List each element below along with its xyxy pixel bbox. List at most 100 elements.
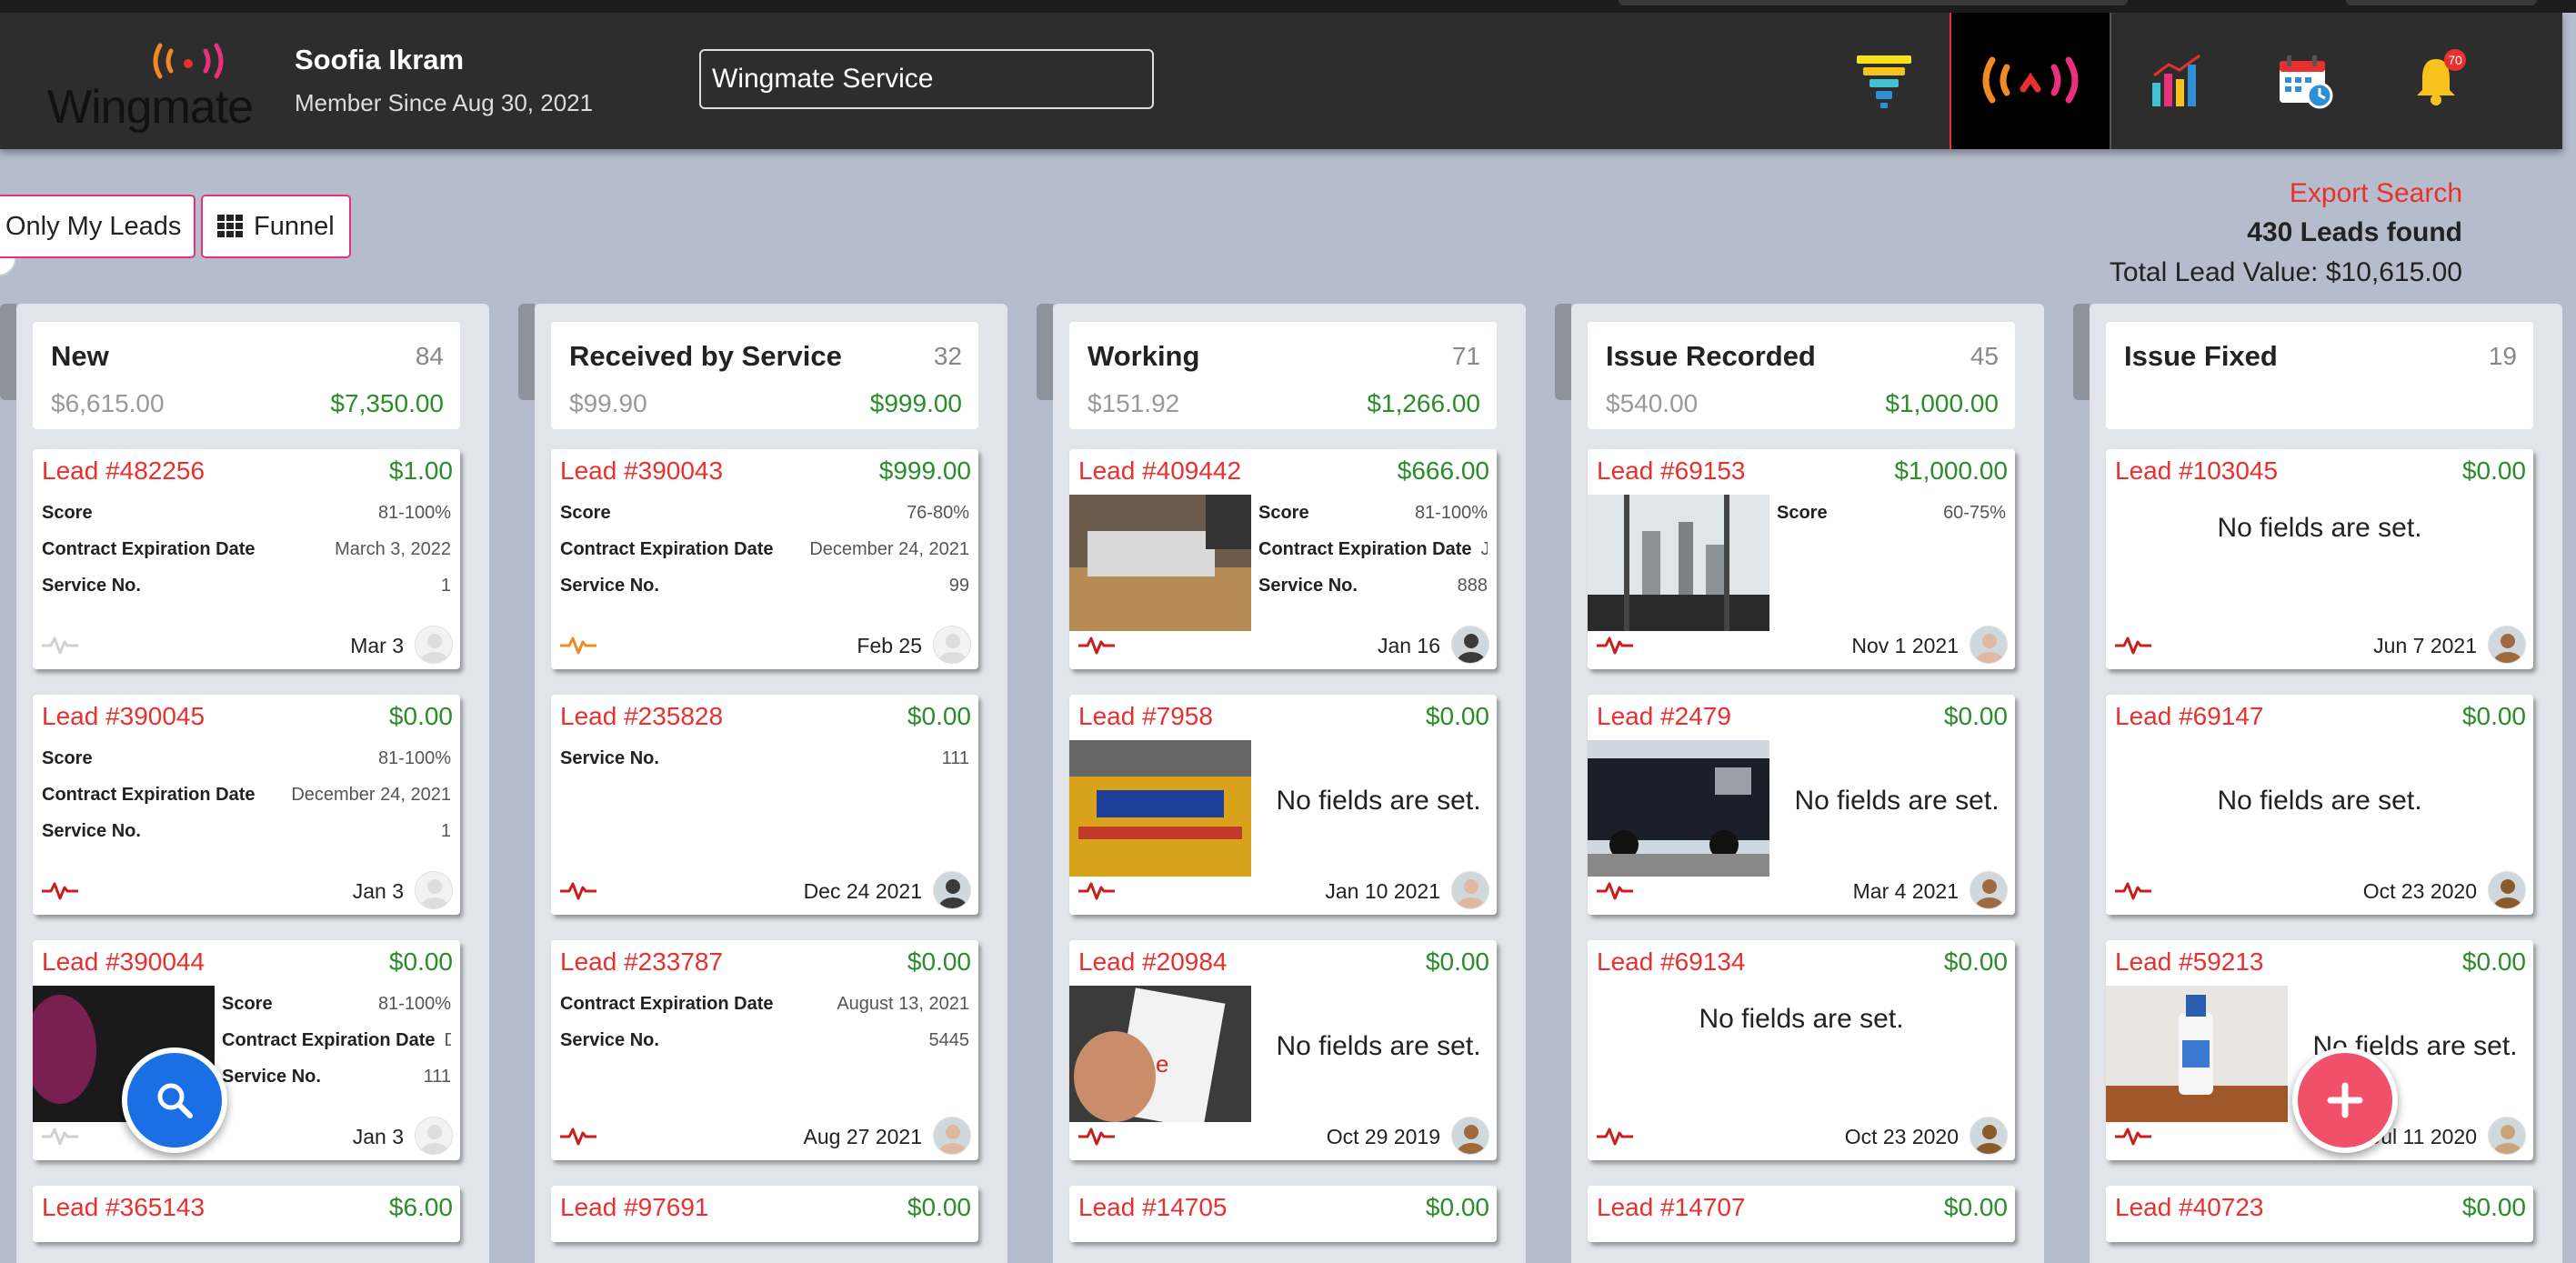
lead-number-link[interactable]: Lead #103045 (2115, 456, 2278, 486)
field-value: December 24, 2021 (291, 784, 451, 805)
lead-card[interactable]: Lead #390043 $999.00 Score 76-80% Contract E… (551, 449, 978, 669)
lead-number-link[interactable]: Lead #235828 (560, 702, 723, 731)
field-label: Score (42, 747, 93, 768)
lead-card[interactable]: Lead #235828 $0.00 Service No. 111 Dec 24 20… (551, 695, 978, 915)
lead-number-link[interactable]: Lead #69147 (2115, 702, 2264, 731)
lead-photo[interactable]: e (1069, 986, 1251, 1122)
lead-field-row: Service No. 111 (560, 740, 969, 777)
lead-number-link[interactable]: Lead #390044 (42, 947, 205, 977)
column-scroll-tab[interactable] (0, 304, 16, 400)
lead-card[interactable]: Lead #69147 $0.00 No fields are set. Oct 23… (2106, 695, 2533, 915)
field-label: Contract Expiration Date (560, 993, 774, 1014)
lead-photo[interactable] (1069, 740, 1251, 877)
lead-number-link[interactable]: Lead #97691 (560, 1193, 709, 1222)
lead-field-row: Service No. 5445 (560, 1022, 969, 1058)
column-scroll-tab[interactable] (518, 304, 535, 400)
only-my-leads-button[interactable]: Only My Leads (0, 195, 196, 258)
search-fab-button[interactable] (122, 1047, 227, 1153)
owner-avatar[interactable] (2488, 871, 2526, 909)
lead-number-link[interactable]: Lead #390045 (42, 702, 205, 731)
lead-card[interactable]: Lead #390044 $0.00 Score 81-100% Contract Ex… (33, 940, 460, 1160)
lead-number-link[interactable]: Lead #365143 (42, 1193, 205, 1222)
lead-card[interactable]: Lead #14705 $0.00 (1069, 1186, 1497, 1242)
owner-avatar[interactable] (1451, 1117, 1489, 1155)
notifications-button[interactable]: 70 (2355, 13, 2517, 149)
lead-number-link[interactable]: Lead #390043 (560, 456, 723, 486)
lead-number-link[interactable]: Lead #482256 (42, 456, 205, 486)
funnel-view-button[interactable]: Funnel (201, 195, 351, 258)
lead-date: Dec 24 2021 (803, 879, 922, 903)
owner-avatar[interactable] (1970, 626, 2008, 664)
lead-card[interactable]: Lead #69134 $0.00 No fields are set. Oct 23… (1588, 940, 2015, 1160)
lead-number-link[interactable]: Lead #7958 (1078, 702, 1213, 731)
owner-avatar[interactable] (415, 871, 453, 909)
browser-tab (1619, 0, 2128, 5)
column-scroll-tab[interactable] (2073, 304, 2090, 400)
add-lead-fab-button[interactable] (2292, 1047, 2398, 1153)
wingmate-logo[interactable]: Wingmate (47, 40, 254, 134)
column-header: New 84 $6,615.00 $7,350.00 (33, 322, 460, 429)
lead-number-link[interactable]: Lead #409442 (1078, 456, 1241, 486)
leads-nav-button[interactable] (1950, 13, 2111, 149)
lead-field-row: Score 81-100% (1258, 495, 1488, 531)
lead-number-link[interactable]: Lead #14707 (1597, 1193, 1746, 1222)
owner-avatar[interactable] (1970, 871, 2008, 909)
lead-card[interactable]: Lead #20984 $0.00 e No fields are set. Oct 2… (1069, 940, 1497, 1160)
no-fields-message: No fields are set. (1794, 786, 2000, 816)
lead-card[interactable]: Lead #103045 $0.00 No fields are set. Jun 7… (2106, 449, 2533, 669)
owner-avatar[interactable] (933, 626, 971, 664)
lead-card[interactable]: Lead #390045 $0.00 Score 81-100% Contract Ex… (33, 695, 460, 915)
lead-card[interactable]: Lead #40723 $0.00 (2106, 1186, 2533, 1242)
lead-photo[interactable] (2106, 986, 2288, 1122)
lead-number-link[interactable]: Lead #40723 (2115, 1193, 2264, 1222)
lead-card[interactable]: Lead #2479 $0.00 No fields are set. Mar 4 2… (1588, 695, 2015, 915)
lead-photo[interactable] (1588, 740, 1769, 877)
lead-card[interactable]: Lead #409442 $666.00 Score 81-100% Contract … (1069, 449, 1497, 669)
owner-avatar[interactable] (415, 1117, 453, 1155)
field-label: Service No. (42, 820, 141, 841)
owner-avatar[interactable] (933, 1117, 971, 1155)
lead-number-link[interactable]: Lead #20984 (1078, 947, 1228, 977)
lead-number-link[interactable]: Lead #69134 (1597, 947, 1746, 977)
lead-amount: $0.00 (1425, 947, 1489, 976)
field-label: Service No. (222, 1066, 321, 1087)
owner-avatar[interactable] (2488, 1117, 2526, 1155)
column-scroll-tab[interactable] (1555, 304, 1571, 400)
lead-date: Jun 7 2021 (2373, 634, 2477, 657)
lead-card[interactable]: Lead #482256 $1.00 Score 81-100% Contract Ex… (33, 449, 460, 669)
lead-amount: $0.00 (2461, 947, 2526, 976)
lead-card[interactable]: Lead #365143 $6.00 (33, 1186, 460, 1242)
lead-number-link[interactable]: Lead #59213 (2115, 947, 2264, 977)
lead-card[interactable]: Lead #14707 $0.00 (1588, 1186, 2015, 1242)
export-search-link[interactable]: Export Search (2290, 178, 2462, 209)
field-label: Service No. (560, 575, 659, 596)
owner-avatar[interactable] (1970, 1117, 2008, 1155)
funnel-nav-button[interactable] (1803, 13, 1965, 149)
lead-number-link[interactable]: Lead #233787 (560, 947, 723, 977)
field-label: Service No. (560, 1029, 659, 1050)
field-value: August 13, 2021 (837, 993, 969, 1014)
owner-avatar[interactable] (933, 871, 971, 909)
activity-pulse-icon (42, 637, 78, 655)
activity-pulse-icon (1078, 637, 1115, 655)
field-label: Score (42, 502, 93, 523)
column-scroll-tab[interactable] (1037, 304, 1053, 400)
owner-avatar[interactable] (1451, 871, 1489, 909)
lead-number-link[interactable]: Lead #69153 (1597, 456, 1746, 486)
lead-amount: $1,000.00 (1894, 456, 2008, 485)
owner-avatar[interactable] (1451, 626, 1489, 664)
owner-avatar[interactable] (415, 626, 453, 664)
lead-card[interactable]: Lead #69153 $1,000.00 Score 60-75% Nov 1 202… (1588, 449, 2015, 669)
lead-card[interactable]: Lead #97691 $0.00 (551, 1186, 978, 1242)
lead-number-link[interactable]: Lead #14705 (1078, 1193, 1228, 1222)
lead-card[interactable]: Lead #233787 $0.00 Contract Expiration Dat… (551, 940, 978, 1160)
search-input[interactable] (699, 49, 1154, 109)
lead-number-link[interactable]: Lead #2479 (1597, 702, 1731, 731)
owner-avatar[interactable] (2488, 626, 2526, 664)
activity-pulse-icon (2115, 1128, 2151, 1146)
lead-photo[interactable] (1069, 495, 1251, 631)
lead-card[interactable]: Lead #7958 $0.00 No fields are set. Jan 10 … (1069, 695, 1497, 915)
lead-photo[interactable] (1588, 495, 1769, 631)
column-weighted-sum: $6,615.00 (51, 389, 165, 417)
browser-tab (2346, 0, 2537, 5)
